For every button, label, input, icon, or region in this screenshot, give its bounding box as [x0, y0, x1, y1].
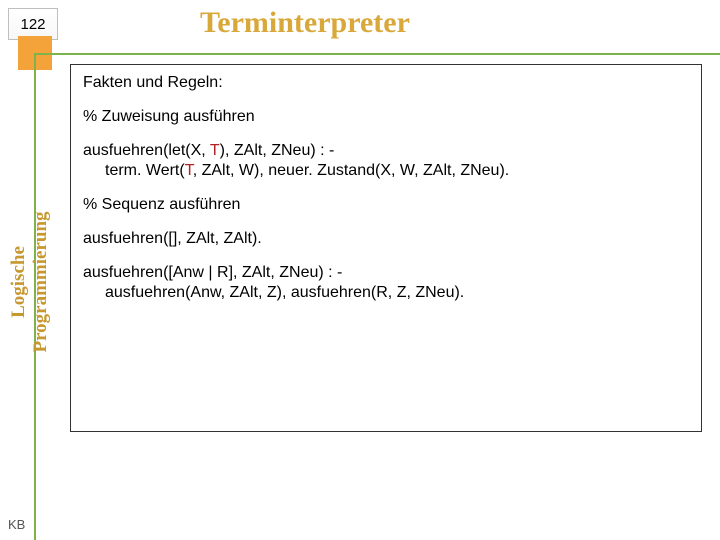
rule1-part-d: , ZAlt, W), neuer. Zustand(X, W, ZAlt, Z…	[193, 162, 510, 179]
comment-sequence: % Sequenz ausführen	[83, 195, 689, 215]
rule1-term-T2: T	[185, 162, 193, 179]
rule1-part-c: term. Wert(	[105, 162, 185, 179]
comment-assignment: % Zuweisung ausführen	[83, 107, 689, 127]
rule2-head: ausfuehren([Anw | R], ZAlt, ZNeu) : -	[83, 264, 342, 281]
content-box: Fakten und Regeln: % Zuweisung ausführen…	[70, 64, 702, 432]
rule1-term-T1: T	[210, 142, 220, 159]
slide: 122 Terminterpreter Logische Programmier…	[0, 0, 720, 540]
rule-sequence: ausfuehren([Anw | R], ZAlt, ZNeu) : - au…	[83, 263, 689, 303]
sidebar-label: Logische Programmierung	[8, 182, 52, 382]
rule2-body: ausfuehren(Anw, ZAlt, Z), ausfuehren(R, …	[83, 283, 689, 303]
content-heading: Fakten und Regeln:	[83, 73, 689, 93]
header: 122 Terminterpreter	[0, 0, 720, 58]
page-title: Terminterpreter	[200, 6, 700, 40]
rule1-part-a: ausfuehren(let(X,	[83, 142, 210, 159]
rule1-part-b: ), ZAlt, ZNeu) : -	[220, 142, 335, 159]
fact-empty-sequence: ausfuehren([], ZAlt, ZAlt).	[83, 229, 689, 249]
rule-assignment: ausfuehren(let(X, T), ZAlt, ZNeu) : - te…	[83, 141, 689, 181]
horizontal-divider	[34, 53, 720, 55]
rule1-body: term. Wert(T, ZAlt, W), neuer. Zustand(X…	[83, 161, 689, 181]
page-number: 122	[20, 16, 45, 33]
footer-mark: KB	[8, 517, 25, 532]
